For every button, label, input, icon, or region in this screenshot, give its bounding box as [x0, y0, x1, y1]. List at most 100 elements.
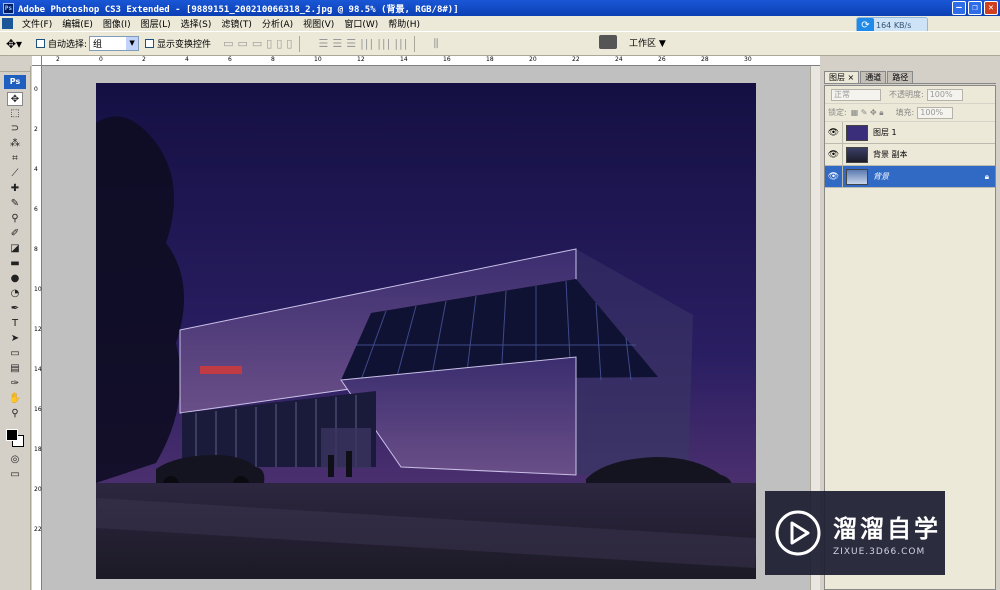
- align-right-icon[interactable]: ▯: [286, 37, 293, 50]
- ruler-tick-label: 6: [34, 206, 38, 213]
- align-top-icon[interactable]: ▭: [223, 37, 234, 50]
- layer-row-active[interactable]: 👁︎ 背景 🔒︎: [825, 165, 995, 188]
- align-left-icon[interactable]: ▯: [266, 37, 273, 50]
- auto-select-dropdown[interactable]: 组 ▼: [89, 36, 140, 51]
- lock-icons[interactable]: ▦ ✎ ✥ 🔒︎: [851, 108, 884, 118]
- ruler-tick-label: 26: [658, 56, 666, 63]
- eyedropper-tool-icon[interactable]: ✑: [7, 377, 23, 391]
- screen-mode-icon[interactable]: ▭: [7, 468, 23, 482]
- ruler-tick-label: 14: [400, 56, 408, 63]
- auto-select-checkbox[interactable]: [36, 39, 45, 48]
- toolbox-grip[interactable]: [0, 66, 30, 72]
- lasso-tool-icon[interactable]: ⊃: [7, 122, 23, 136]
- menu-filter[interactable]: 滤镜(T): [216, 17, 257, 30]
- eye-icon[interactable]: 👁︎: [825, 143, 843, 166]
- menu-edit[interactable]: 编辑(E): [57, 17, 98, 30]
- move-tool-icon[interactable]: ✥: [7, 92, 23, 106]
- layer-thumbnail: [846, 124, 868, 141]
- brush-tool-icon[interactable]: ✎: [7, 197, 23, 211]
- menu-layer[interactable]: 图层(L): [136, 17, 176, 30]
- fill-label: 填充:: [895, 108, 915, 117]
- align-bottom-icon[interactable]: ▭: [252, 37, 263, 50]
- history-brush-tool-icon[interactable]: ✐: [7, 227, 23, 241]
- ruler-tick-label: 2: [142, 56, 146, 63]
- notes-tool-icon[interactable]: ▤: [7, 362, 23, 376]
- eye-icon[interactable]: 👁︎: [825, 121, 843, 144]
- ps-logo[interactable]: Ps: [4, 75, 26, 89]
- quick-mask-icon[interactable]: ◎: [7, 453, 23, 467]
- layer-row[interactable]: 👁︎ 背景 副本: [825, 143, 995, 166]
- color-swatches[interactable]: [2, 425, 28, 449]
- eraser-tool-icon[interactable]: ◪: [7, 242, 23, 256]
- menu-select[interactable]: 选择(S): [176, 17, 217, 30]
- document-icon[interactable]: [2, 18, 13, 29]
- horizontal-ruler[interactable]: 2 0 2 4 6 8 10 12 14 16 18 20 22 24 26 28 30: [42, 56, 820, 66]
- menu-image[interactable]: 图像(I): [98, 17, 136, 30]
- photoshop-app-icon: Ps: [3, 2, 14, 14]
- pen-tool-icon[interactable]: ✒: [7, 302, 23, 316]
- close-button[interactable]: ✕: [984, 1, 998, 15]
- menu-analysis[interactable]: 分析(A): [257, 17, 298, 30]
- ruler-tick-label: 10: [34, 286, 42, 293]
- magic-wand-tool-icon[interactable]: ⁂: [7, 137, 23, 151]
- image-canvas[interactable]: [96, 83, 756, 579]
- options-bar: ✥▾ 自动选择: 组 ▼ 显示变换控件 ▭ ▭ ▭ ▯ ▯ ▯ ☰ ☰ ☰ ||…: [0, 31, 1000, 56]
- opacity-field[interactable]: 100%: [926, 88, 963, 101]
- watermark-subtitle: ZIXUE.3D66.COM: [833, 547, 926, 557]
- distribute-top-icon[interactable]: ☰: [318, 37, 329, 50]
- type-tool-icon[interactable]: T: [7, 317, 23, 331]
- align-vcenter-icon[interactable]: ▭: [237, 37, 248, 50]
- marquee-tool-icon[interactable]: ⬚: [7, 107, 23, 121]
- watermark-title: 溜溜自学: [833, 515, 941, 543]
- separator: [299, 35, 301, 52]
- menu-help[interactable]: 帮助(H): [383, 17, 425, 30]
- vertical-ruler[interactable]: 0 2 4 6 8 10 12 14 16 18 20 22: [32, 66, 42, 590]
- show-transform-checkbox[interactable]: [145, 39, 155, 48]
- zoom-tool-icon[interactable]: ⚲: [7, 407, 23, 421]
- move-tool-preset-icon[interactable]: ✥▾: [6, 35, 30, 53]
- lock-label: 锁定:: [828, 108, 847, 117]
- ruler-tick-label: 10: [314, 56, 322, 63]
- clone-stamp-tool-icon[interactable]: ⚲: [7, 212, 23, 226]
- tab-channels[interactable]: 通道: [860, 71, 887, 83]
- distribute-bottom-icon[interactable]: ☰: [346, 37, 357, 50]
- show-transform-label: 显示变换控件: [157, 40, 212, 50]
- menu-file[interactable]: 文件(F): [17, 17, 57, 30]
- slice-tool-icon[interactable]: ⟋: [7, 167, 23, 181]
- path-selection-tool-icon[interactable]: ➤: [7, 332, 23, 346]
- tab-paths[interactable]: 路径: [887, 71, 914, 83]
- fill-field[interactable]: 100%: [917, 106, 954, 119]
- blend-mode-dropdown[interactable]: 正常: [831, 88, 881, 101]
- panel-tabs: 图层 × 通道 路径: [824, 70, 996, 84]
- distribute-vcenter-icon[interactable]: ☰: [332, 37, 343, 50]
- menu-window[interactable]: 窗口(W): [339, 17, 383, 30]
- layer-row[interactable]: 👁︎ 图层 1: [825, 121, 995, 144]
- shape-tool-icon[interactable]: ▭: [7, 347, 23, 361]
- distribute-left-icon[interactable]: |||: [360, 37, 374, 50]
- healing-brush-tool-icon[interactable]: ✚: [7, 182, 23, 196]
- align-hcenter-icon[interactable]: ▯: [276, 37, 283, 50]
- foreground-color-swatch[interactable]: [6, 429, 18, 441]
- hand-tool-icon[interactable]: ✋: [7, 392, 23, 406]
- ruler-origin[interactable]: [32, 56, 42, 66]
- auto-align-button[interactable]: ⫼: [433, 37, 439, 51]
- ruler-tick-label: 6: [228, 56, 232, 63]
- maximize-button[interactable]: ❐: [968, 1, 982, 15]
- workspace-button[interactable]: 工作区 ▼: [629, 36, 666, 49]
- menu-view[interactable]: 视图(V): [298, 17, 339, 30]
- ruler-tick-label: 16: [443, 56, 451, 63]
- watermark-text: 溜溜自学 ZIXUE.3D66.COM: [833, 509, 941, 557]
- distribute-hcenter-icon[interactable]: |||: [377, 37, 391, 50]
- crop-tool-icon[interactable]: ⌗: [7, 152, 23, 166]
- gradient-tool-icon[interactable]: ▬: [7, 257, 23, 271]
- workspace-group: 工作区 ▼: [599, 35, 666, 49]
- eye-icon[interactable]: 👁︎: [825, 165, 843, 188]
- dodge-tool-icon[interactable]: ◔: [7, 287, 23, 301]
- auto-select-value: 组: [93, 40, 103, 50]
- blur-tool-icon[interactable]: ●: [7, 272, 23, 286]
- tab-layers[interactable]: 图层 ×: [824, 71, 860, 83]
- minimize-button[interactable]: –: [952, 1, 966, 15]
- window-title-bar: Ps Adobe Photoshop CS3 Extended - [98891…: [0, 0, 1000, 16]
- camera-icon[interactable]: [599, 35, 617, 49]
- distribute-right-icon[interactable]: |||: [394, 37, 408, 50]
